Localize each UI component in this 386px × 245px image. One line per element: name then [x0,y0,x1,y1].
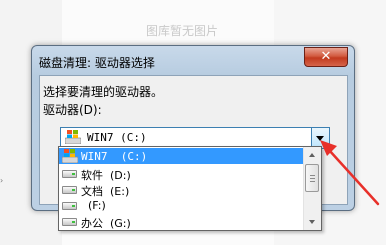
red-annotation-arrow-icon [320,140,380,206]
